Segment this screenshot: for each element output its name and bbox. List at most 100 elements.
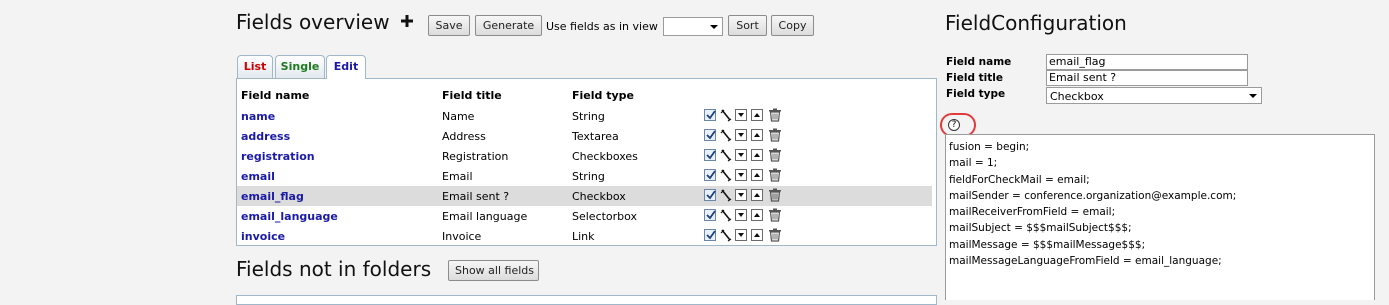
move-down-icon[interactable] <box>735 189 747 201</box>
field-name-link[interactable]: email_flag <box>241 190 304 203</box>
field-name-link[interactable]: email_language <box>241 210 338 223</box>
table-row[interactable]: name Name String <box>237 106 932 126</box>
chevron-down-icon <box>710 25 718 29</box>
save-button[interactable]: Save <box>428 15 470 36</box>
move-up-icon[interactable] <box>751 149 763 161</box>
field-title-input[interactable]: Email sent ? <box>1046 70 1248 86</box>
field-title-cell: Email <box>442 170 473 183</box>
trash-icon[interactable] <box>768 188 782 202</box>
edit-pen-icon[interactable] <box>720 149 732 162</box>
code-line: mailSender = conference.organization@exa… <box>949 189 1237 202</box>
field-type-value: Checkbox <box>1050 90 1104 103</box>
field-type-cell: Selectorbox <box>572 210 638 223</box>
checkbox-icon[interactable] <box>704 169 716 181</box>
field-title-cell: Registration <box>442 150 509 163</box>
code-line: fusion = begin; <box>949 141 1030 153</box>
trash-icon[interactable] <box>768 168 782 182</box>
field-name-link[interactable]: name <box>241 110 275 123</box>
copy-button[interactable]: Copy <box>771 15 814 36</box>
edit-pen-icon[interactable] <box>720 109 732 122</box>
field-type-cell: String <box>572 170 605 183</box>
view-select[interactable] <box>663 17 723 36</box>
edit-pen-icon[interactable] <box>720 189 732 202</box>
table-row[interactable]: email Email String <box>237 166 932 186</box>
field-title-cell: Email language <box>442 210 528 223</box>
field-name-link[interactable]: invoice <box>241 230 285 243</box>
field-type-cell: Link <box>572 230 595 243</box>
field-type-label: Field type <box>946 88 1006 100</box>
field-title-cell: Address <box>442 130 486 143</box>
checkbox-icon[interactable] <box>704 189 716 201</box>
edit-pen-icon[interactable] <box>720 129 732 142</box>
trash-icon[interactable] <box>768 128 782 142</box>
edit-pen-icon[interactable] <box>720 229 732 242</box>
checkbox-icon[interactable] <box>704 229 716 241</box>
move-down-icon[interactable] <box>735 149 747 161</box>
checkbox-icon[interactable] <box>704 109 716 121</box>
move-down-icon[interactable] <box>735 169 747 181</box>
field-type-cell: Textarea <box>572 130 619 143</box>
move-up-icon[interactable] <box>751 229 763 241</box>
add-field-plus-icon[interactable] <box>401 15 413 27</box>
column-header-field-type: Field type <box>572 89 634 102</box>
table-row[interactable]: email_flag Email sent ? Checkbox <box>237 186 932 206</box>
code-line: mailMessageLanguageFromField = email_lan… <box>949 255 1222 268</box>
tab-list[interactable]: List <box>237 55 273 78</box>
column-header-field-title: Field title <box>442 89 502 102</box>
edit-pen-icon[interactable] <box>720 169 732 182</box>
table-row[interactable]: address Address Textarea <box>237 126 932 146</box>
code-line: fieldForCheckMail = email; <box>949 173 1090 186</box>
move-up-icon[interactable] <box>751 189 763 201</box>
field-title-cell: Email sent ? <box>442 190 510 203</box>
field-name-link[interactable]: registration <box>241 150 315 163</box>
code-line: mailSubject = $$$mailSubject$$$; <box>949 222 1132 235</box>
move-down-icon[interactable] <box>735 109 747 121</box>
field-name-input[interactable]: email_flag <box>1046 54 1248 70</box>
checkbox-icon[interactable] <box>704 209 716 221</box>
trash-icon[interactable] <box>768 228 782 242</box>
field-type-cell: Checkbox <box>572 190 626 203</box>
move-down-icon[interactable] <box>735 229 747 241</box>
checkbox-icon[interactable] <box>704 149 716 161</box>
tab-edit[interactable]: Edit <box>326 55 366 79</box>
page-title: Fields overview <box>236 10 390 34</box>
trash-icon[interactable] <box>768 208 782 222</box>
chevron-down-icon <box>1249 94 1257 98</box>
not-in-folders-panel <box>236 295 937 305</box>
field-name-link[interactable]: address <box>241 130 290 143</box>
table-row[interactable]: invoice Invoice Link <box>237 226 932 246</box>
trash-icon[interactable] <box>768 148 782 162</box>
code-line: mail = 1; <box>949 157 998 170</box>
field-name-link[interactable]: email <box>241 170 275 183</box>
field-name-label: Field name <box>946 56 1012 68</box>
move-up-icon[interactable] <box>751 129 763 141</box>
column-header-field-name: Field name <box>241 89 310 102</box>
code-line: mailMessage = $$$mailMessage$$$; <box>949 238 1146 251</box>
move-up-icon[interactable] <box>751 109 763 121</box>
show-all-fields-button[interactable]: Show all fields <box>448 260 539 281</box>
field-type-cell: Checkboxes <box>572 150 638 163</box>
help-icon[interactable]: ? <box>948 119 960 131</box>
config-title: FieldConfiguration <box>945 11 1127 35</box>
use-fields-label: Use fields as in view <box>546 20 658 33</box>
field-title-cell: Invoice <box>442 230 482 243</box>
tab-single[interactable]: Single <box>275 55 325 78</box>
move-down-icon[interactable] <box>735 209 747 221</box>
checkbox-icon[interactable] <box>704 129 716 141</box>
move-up-icon[interactable] <box>751 209 763 221</box>
not-in-folders-title: Fields not in folders <box>236 257 432 281</box>
field-title-cell: Name <box>442 110 475 123</box>
trash-icon[interactable] <box>768 108 782 122</box>
move-down-icon[interactable] <box>735 129 747 141</box>
field-type-cell: String <box>572 110 605 123</box>
field-title-label: Field title <box>946 72 1004 84</box>
move-up-icon[interactable] <box>751 169 763 181</box>
sort-button[interactable]: Sort <box>728 15 767 36</box>
table-row[interactable]: registration Registration Checkboxes <box>237 146 932 166</box>
table-row[interactable]: email_language Email language Selectorbox <box>237 206 932 226</box>
edit-pen-icon[interactable] <box>720 209 732 222</box>
code-line: mailReceiverFromField = email; <box>949 206 1116 219</box>
field-type-select[interactable]: Checkbox <box>1046 87 1262 104</box>
generate-button[interactable]: Generate <box>475 15 542 36</box>
config-code-textarea[interactable]: fusion = begin; mail = 1; fieldForCheckMai… <box>945 134 1375 300</box>
